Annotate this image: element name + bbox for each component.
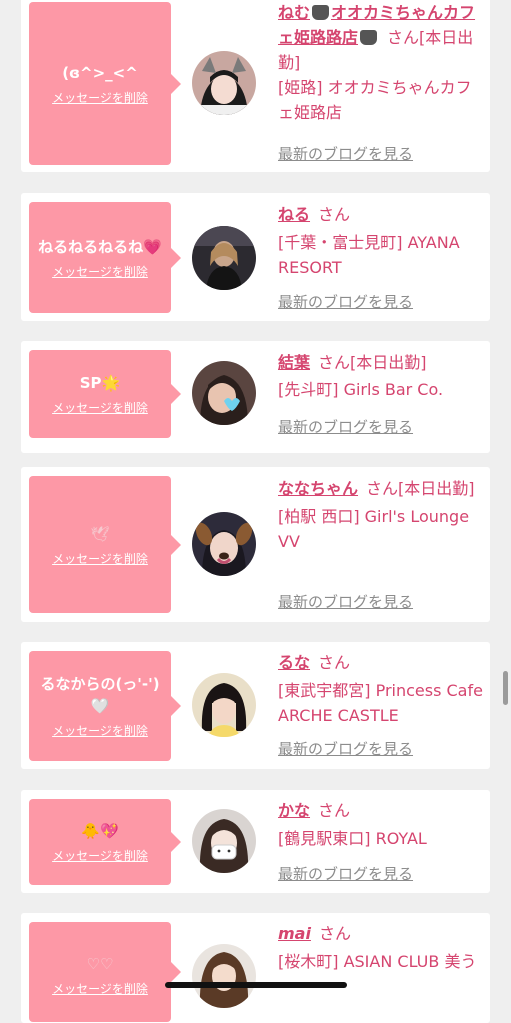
wolf-ears-avatar-icon — [192, 51, 256, 115]
san-label: さん — [318, 801, 351, 820]
blog-link[interactable]: 最新のブログを見る — [278, 738, 413, 759]
avatar[interactable] — [192, 226, 256, 290]
cast-info: かな さん [鶴見駅東口] ROYAL — [278, 798, 484, 851]
home-indicator[interactable] — [165, 982, 347, 988]
message-bubble: 🐥💖 メッセージを削除 — [29, 799, 181, 885]
cast-name-link[interactable]: ななちゃん — [278, 479, 358, 498]
shop-label: [桜木町] ASIAN CLUB 美う — [278, 952, 477, 971]
delete-message-link[interactable]: メッセージを削除 — [52, 980, 148, 997]
cast-info: ねる さん [千葉・富士見町] AYANA RESORT — [278, 202, 484, 280]
dog-filter-avatar-icon — [192, 512, 256, 576]
delete-message-link[interactable]: メッセージを削除 — [52, 550, 148, 567]
san-label: さん — [318, 924, 351, 943]
cast-name-link[interactable]: mai — [278, 924, 311, 943]
long-hair-avatar-icon — [192, 944, 256, 1008]
dark-room-avatar-icon — [192, 226, 256, 290]
avatar[interactable] — [192, 944, 256, 1008]
delete-message-link[interactable]: メッセージを削除 — [52, 399, 148, 416]
message-card: ♡♡ メッセージを削除 mai さん [桜木町] ASIAN CLUB 美う — [21, 913, 490, 1023]
cast-name-link[interactable]: かな — [278, 801, 310, 820]
cast-info: mai さん [桜木町] ASIAN CLUB 美う — [278, 921, 484, 974]
cast-info: るな さん [東武宇都宮] Princess Cafe ARCHE CASTLE — [278, 650, 484, 728]
shop-label: [柏駅 西口] Girl's Lounge VV — [278, 507, 470, 551]
avatar[interactable] — [192, 512, 256, 576]
message-card: (ɞ^>_<^ メッセージを削除 ねむ オオカミちゃんカフェ姫路路店 さん[本日出勤… — [21, 0, 490, 172]
message-card: SP🌟 メッセージを削除 結葉 さん[本日出勤] [先斗町] Girls Bar … — [21, 341, 490, 453]
shop-label: [鶴見駅東口] ROYAL — [278, 829, 427, 848]
blog-link[interactable]: 最新のブログを見る — [278, 863, 413, 884]
message-bubble: (ɞ^>_<^ メッセージを削除 — [29, 2, 181, 165]
cast-info: ねむ オオカミちゃんカフェ姫路路店 さん[本日出勤] [姫路] オオカミちゃんカフェ… — [278, 0, 484, 125]
message-text: 🐥💖 — [81, 822, 119, 840]
shop-label: [東武宇都宮] Princess Cafe ARCHE CASTLE — [278, 681, 483, 725]
bob-hair-avatar-icon — [192, 673, 256, 737]
face-mask-avatar-icon — [192, 809, 256, 873]
blog-link[interactable]: 最新のブログを見る — [278, 291, 413, 312]
avatar[interactable] — [192, 361, 256, 425]
message-text: るなからの(っ'-')🤍 — [40, 675, 160, 715]
message-bubble: るなからの(っ'-')🤍 メッセージを削除 — [29, 651, 181, 761]
message-card: 🐥💖 メッセージを削除 かな さん [鶴見駅東口] ROYAL 最新のブログを見る — [21, 790, 490, 893]
message-text: SP🌟 — [79, 374, 121, 392]
message-bubble: 🕊 メッセージを削除 — [29, 476, 181, 613]
avatar[interactable] — [192, 673, 256, 737]
message-bubble: ねるねるねるね💗 メッセージを削除 — [29, 202, 181, 313]
shop-label: [先斗町] Girls Bar Co. — [278, 380, 444, 399]
san-label: さん — [387, 28, 420, 47]
shop-label: [千葉・富士見町] AYANA RESORT — [278, 233, 460, 277]
delete-message-link[interactable]: メッセージを削除 — [52, 847, 148, 864]
heart-sticker-avatar-icon — [192, 361, 256, 425]
delete-message-link[interactable]: メッセージを削除 — [52, 263, 148, 280]
blog-link[interactable]: 最新のブログを見る — [278, 143, 413, 164]
blog-link[interactable]: 最新のブログを見る — [278, 416, 413, 437]
status-label: [本日出勤] — [398, 479, 475, 498]
delete-message-link[interactable]: メッセージを削除 — [52, 722, 148, 739]
cast-info: 結葉 さん[本日出勤] [先斗町] Girls Bar Co. — [278, 350, 484, 402]
cast-name-link[interactable]: 結葉 — [278, 353, 310, 372]
delete-message-link[interactable]: メッセージを削除 — [52, 89, 148, 106]
message-text: (ɞ^>_<^ — [62, 63, 138, 82]
message-bubble: SP🌟 メッセージを削除 — [29, 350, 181, 438]
status-label: [本日出勤] — [350, 353, 427, 372]
scrollbar[interactable] — [503, 671, 508, 705]
cast-info: ななちゃん さん[本日出勤] [柏駅 西口] Girl's Lounge VV — [278, 476, 484, 554]
wolf-icon — [360, 30, 378, 45]
san-label: さん — [318, 353, 351, 372]
message-bubble: ♡♡ メッセージを削除 — [29, 922, 181, 1022]
san-label: さん — [366, 479, 399, 498]
message-card: 🕊 メッセージを削除 ななちゃん さん[本日出勤] [柏駅 西口] Girl's … — [21, 467, 490, 622]
message-card: ねるねるねるね💗 メッセージを削除 ねる さん [千葉・富士見町] AYANA R… — [21, 193, 490, 321]
message-card: るなからの(っ'-')🤍 メッセージを削除 るな さん [東武宇都宮] Princ… — [21, 642, 490, 769]
avatar[interactable] — [192, 51, 256, 115]
san-label: さん — [318, 653, 351, 672]
message-text: ♡♡ — [86, 955, 114, 973]
blog-link[interactable]: 最新のブログを見る — [278, 591, 413, 612]
cast-name-link[interactable]: るな — [278, 653, 310, 672]
wolf-icon — [312, 5, 330, 20]
avatar[interactable] — [192, 809, 256, 873]
message-text: ねるねるねるね💗 — [38, 237, 162, 256]
san-label: さん — [318, 205, 351, 224]
cast-name-link[interactable]: ねる — [278, 205, 310, 224]
shop-label: [姫路] オオカミちゃんカフェ姫路店 — [278, 78, 472, 122]
message-text: 🕊 — [90, 524, 110, 543]
